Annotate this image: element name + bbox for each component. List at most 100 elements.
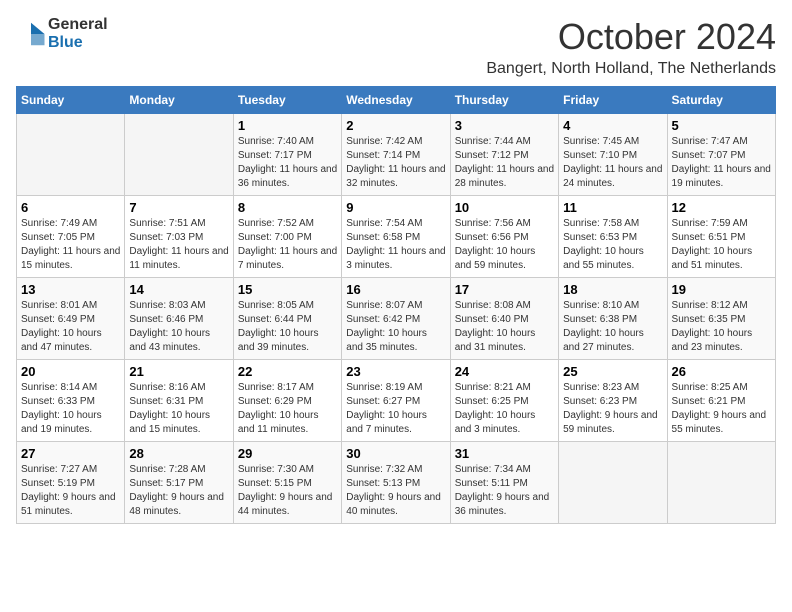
day-number: 3 [455, 118, 554, 133]
day-number: 29 [238, 446, 337, 461]
day-number: 10 [455, 200, 554, 215]
day-number: 17 [455, 282, 554, 297]
calendar-week-1: 1 Sunrise: 7:40 AM Sunset: 7:17 PM Daylig… [17, 114, 776, 196]
day-number: 20 [21, 364, 120, 379]
calendar-cell: 13Sunrise: 8:01 AM Sunset: 6:49 PM Dayli… [17, 278, 125, 360]
day-info: Sunrise: 7:28 AM Sunset: 5:17 PM Dayligh… [129, 463, 228, 519]
day-number: 25 [563, 364, 662, 379]
day-number: 24 [455, 364, 554, 379]
calendar-cell: 31 Sunrise: 7:34 AM Sunset: 5:11 PM Dayli… [450, 442, 558, 524]
calendar-cell: 9Sunrise: 7:54 AM Sunset: 6:58 PM Daylig… [342, 196, 450, 278]
day-number: 28 [129, 446, 228, 461]
calendar-cell [667, 442, 775, 524]
day-number: 4 [563, 118, 662, 133]
day-info: Sunrise: 8:17 AM Sunset: 6:29 PM Dayligh… [238, 381, 337, 437]
calendar-cell: 12Sunrise: 7:59 AM Sunset: 6:51 PM Dayli… [667, 196, 775, 278]
day-info: Sunrise: 7:27 AM Sunset: 5:19 PM Dayligh… [21, 463, 120, 519]
calendar-cell: 25 Sunrise: 8:23 AM Sunset: 6:23 PM Dayli… [559, 360, 667, 442]
day-info: Sunrise: 8:07 AM Sunset: 6:42 PM Dayligh… [346, 299, 445, 355]
day-number: 6 [21, 200, 120, 215]
header-thursday: Thursday [450, 87, 558, 114]
calendar-cell: 1 Sunrise: 7:40 AM Sunset: 7:17 PM Daylig… [233, 114, 341, 196]
day-number: 19 [672, 282, 771, 297]
day-number: 1 [238, 118, 337, 133]
day-info: Sunrise: 7:40 AM Sunset: 7:17 PM Dayligh… [238, 135, 337, 191]
logo-text: General Blue [48, 16, 108, 51]
day-number: 7 [129, 200, 228, 215]
day-info: Sunrise: 8:14 AM Sunset: 6:33 PM Dayligh… [21, 381, 120, 437]
header-saturday: Saturday [667, 87, 775, 114]
calendar-cell: 20 Sunrise: 8:14 AM Sunset: 6:33 PM Dayli… [17, 360, 125, 442]
calendar-cell: 8Sunrise: 7:52 AM Sunset: 7:00 PM Daylig… [233, 196, 341, 278]
day-info: Sunrise: 7:47 AM Sunset: 7:07 PM Dayligh… [672, 135, 771, 191]
calendar-week-2: 6 Sunrise: 7:49 AM Sunset: 7:05 PM Daylig… [17, 196, 776, 278]
day-info: Sunrise: 8:01 AM Sunset: 6:49 PM Dayligh… [21, 299, 120, 355]
title-section: October 2024 Bangert, North Holland, The… [486, 16, 776, 78]
calendar-cell: 17Sunrise: 8:08 AM Sunset: 6:40 PM Dayli… [450, 278, 558, 360]
day-info: Sunrise: 7:52 AM Sunset: 7:00 PM Dayligh… [238, 217, 337, 273]
day-number: 30 [346, 446, 445, 461]
day-info: Sunrise: 8:10 AM Sunset: 6:38 PM Dayligh… [563, 299, 662, 355]
calendar-cell [125, 114, 233, 196]
logo-blue: Blue [48, 34, 108, 52]
day-number: 15 [238, 282, 337, 297]
calendar-cell: 22 Sunrise: 8:17 AM Sunset: 6:29 PM Dayli… [233, 360, 341, 442]
day-info: Sunrise: 7:30 AM Sunset: 5:15 PM Dayligh… [238, 463, 337, 519]
day-info: Sunrise: 8:19 AM Sunset: 6:27 PM Dayligh… [346, 381, 445, 437]
day-info: Sunrise: 7:58 AM Sunset: 6:53 PM Dayligh… [563, 217, 662, 273]
calendar-cell: 18 Sunrise: 8:10 AM Sunset: 6:38 PM Dayli… [559, 278, 667, 360]
calendar-cell: 14Sunrise: 8:03 AM Sunset: 6:46 PM Dayli… [125, 278, 233, 360]
day-info: Sunrise: 7:32 AM Sunset: 5:13 PM Dayligh… [346, 463, 445, 519]
day-number: 14 [129, 282, 228, 297]
day-number: 31 [455, 446, 554, 461]
day-info: Sunrise: 8:05 AM Sunset: 6:44 PM Dayligh… [238, 299, 337, 355]
day-info: Sunrise: 7:59 AM Sunset: 6:51 PM Dayligh… [672, 217, 771, 273]
day-info: Sunrise: 8:25 AM Sunset: 6:21 PM Dayligh… [672, 381, 771, 437]
day-number: 23 [346, 364, 445, 379]
header-sunday: Sunday [17, 87, 125, 114]
day-info: Sunrise: 7:44 AM Sunset: 7:12 PM Dayligh… [455, 135, 554, 191]
calendar-cell: 2 Sunrise: 7:42 AM Sunset: 7:14 PM Daylig… [342, 114, 450, 196]
calendar-table: SundayMondayTuesdayWednesdayThursdayFrid… [16, 86, 776, 524]
day-info: Sunrise: 8:12 AM Sunset: 6:35 PM Dayligh… [672, 299, 771, 355]
calendar-cell: 15 Sunrise: 8:05 AM Sunset: 6:44 PM Dayli… [233, 278, 341, 360]
calendar-cell: 23 Sunrise: 8:19 AM Sunset: 6:27 PM Dayli… [342, 360, 450, 442]
day-info: Sunrise: 7:34 AM Sunset: 5:11 PM Dayligh… [455, 463, 554, 519]
day-info: Sunrise: 7:45 AM Sunset: 7:10 PM Dayligh… [563, 135, 662, 191]
day-info: Sunrise: 8:23 AM Sunset: 6:23 PM Dayligh… [563, 381, 662, 437]
day-number: 5 [672, 118, 771, 133]
day-info: Sunrise: 7:56 AM Sunset: 6:56 PM Dayligh… [455, 217, 554, 273]
day-number: 2 [346, 118, 445, 133]
day-number: 18 [563, 282, 662, 297]
logo: General Blue [16, 16, 108, 51]
day-info: Sunrise: 7:51 AM Sunset: 7:03 PM Dayligh… [129, 217, 228, 273]
calendar-week-5: 27 Sunrise: 7:27 AM Sunset: 5:19 PM Dayli… [17, 442, 776, 524]
calendar-cell: 28 Sunrise: 7:28 AM Sunset: 5:17 PM Dayli… [125, 442, 233, 524]
day-number: 22 [238, 364, 337, 379]
calendar-cell: 7 Sunrise: 7:51 AM Sunset: 7:03 PM Daylig… [125, 196, 233, 278]
day-number: 11 [563, 200, 662, 215]
calendar-cell [559, 442, 667, 524]
calendar-cell: 27 Sunrise: 7:27 AM Sunset: 5:19 PM Dayli… [17, 442, 125, 524]
calendar-cell: 11 Sunrise: 7:58 AM Sunset: 6:53 PM Dayli… [559, 196, 667, 278]
page-header: General Blue October 2024 Bangert, North… [16, 16, 776, 78]
day-number: 9 [346, 200, 445, 215]
calendar-week-4: 20 Sunrise: 8:14 AM Sunset: 6:33 PM Dayli… [17, 360, 776, 442]
day-info: Sunrise: 8:16 AM Sunset: 6:31 PM Dayligh… [129, 381, 228, 437]
day-number: 27 [21, 446, 120, 461]
calendar-cell: 29 Sunrise: 7:30 AM Sunset: 5:15 PM Dayli… [233, 442, 341, 524]
header-tuesday: Tuesday [233, 87, 341, 114]
logo-general: General [48, 16, 108, 34]
calendar-cell: 3 Sunrise: 7:44 AM Sunset: 7:12 PM Daylig… [450, 114, 558, 196]
calendar-cell: 30 Sunrise: 7:32 AM Sunset: 5:13 PM Dayli… [342, 442, 450, 524]
day-info: Sunrise: 7:42 AM Sunset: 7:14 PM Dayligh… [346, 135, 445, 191]
month-title: October 2024 [486, 16, 776, 58]
header-friday: Friday [559, 87, 667, 114]
calendar-cell [17, 114, 125, 196]
header-wednesday: Wednesday [342, 87, 450, 114]
day-number: 16 [346, 282, 445, 297]
calendar-cell: 26Sunrise: 8:25 AM Sunset: 6:21 PM Dayli… [667, 360, 775, 442]
location: Bangert, North Holland, The Netherlands [486, 60, 776, 78]
calendar-week-3: 13Sunrise: 8:01 AM Sunset: 6:49 PM Dayli… [17, 278, 776, 360]
day-info: Sunrise: 7:49 AM Sunset: 7:05 PM Dayligh… [21, 217, 120, 273]
